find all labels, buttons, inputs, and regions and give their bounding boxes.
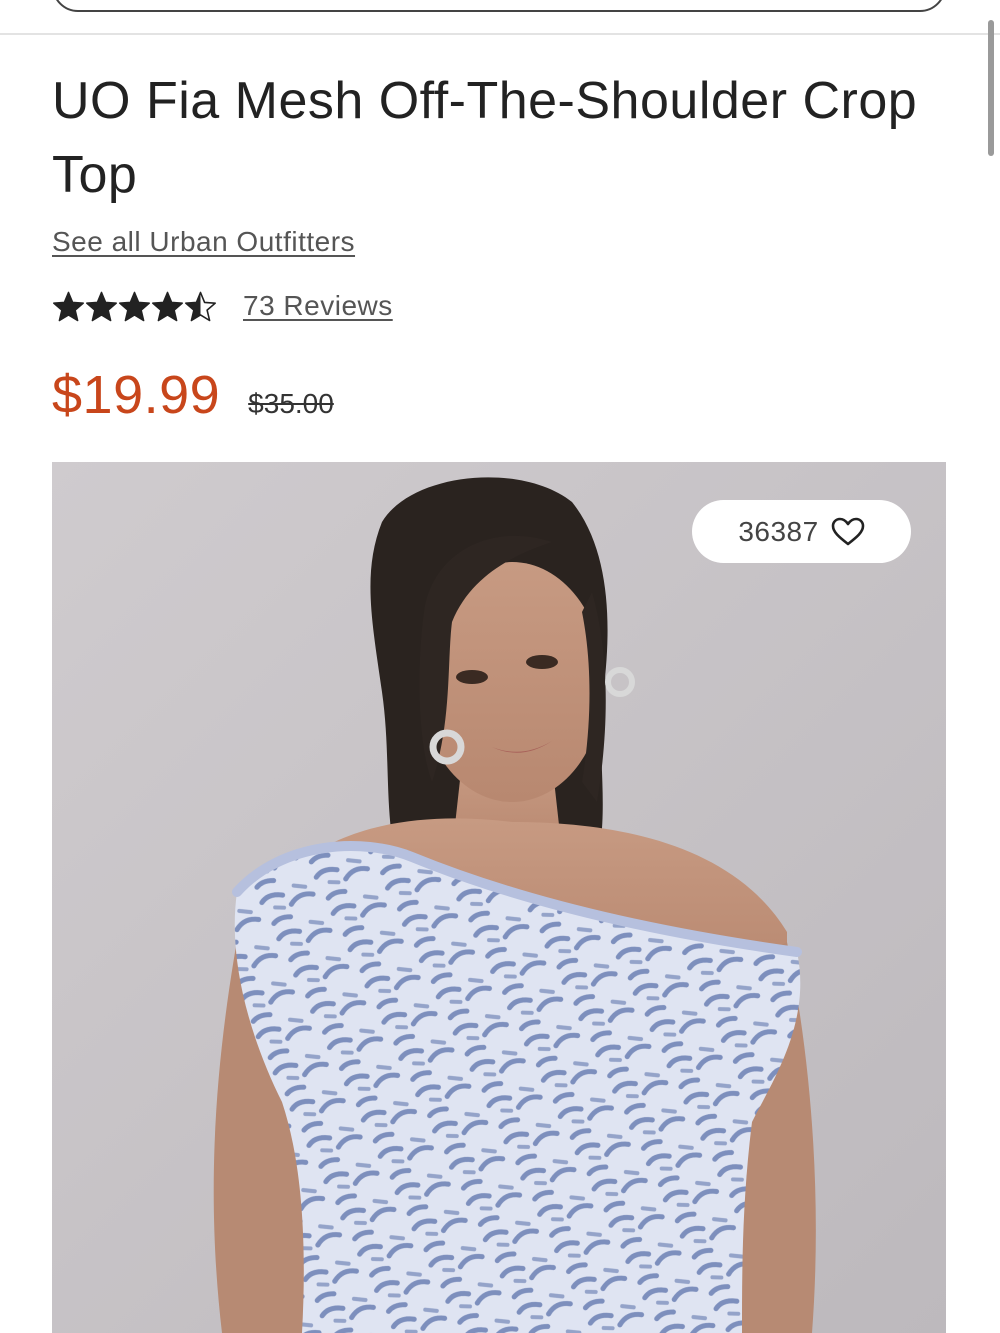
product-image[interactable] (52, 462, 946, 1333)
product-photo (52, 462, 946, 1333)
search-bar[interactable] (52, 0, 946, 12)
rating-row: 73 Reviews (52, 286, 393, 326)
heart-outline-icon (831, 517, 864, 545)
like-button[interactable]: 36387 (692, 500, 911, 563)
star-full-icon (119, 291, 150, 321)
star-full-icon (86, 291, 117, 321)
star-half-icon (185, 291, 216, 321)
star-full-icon (53, 291, 84, 321)
see-all-brand-link[interactable]: See all Urban Outfitters (52, 226, 355, 258)
original-price: $35.00 (248, 388, 334, 419)
like-count: 36387 (738, 515, 819, 547)
header-divider (0, 33, 1000, 35)
product-title: UO Fia Mesh Off-The-Shoulder Crop Top (52, 72, 918, 204)
product-page: UO Fia Mesh Off-The-Shoulder Crop Top Se… (0, 0, 1000, 1333)
price-row: $19.99 $35.00 (52, 364, 334, 426)
sale-price: $19.99 (52, 365, 221, 425)
star-full-icon (152, 291, 183, 321)
scrollbar[interactable] (988, 20, 994, 156)
reviews-link[interactable]: 73 Reviews (243, 290, 393, 322)
star-rating (52, 290, 217, 323)
